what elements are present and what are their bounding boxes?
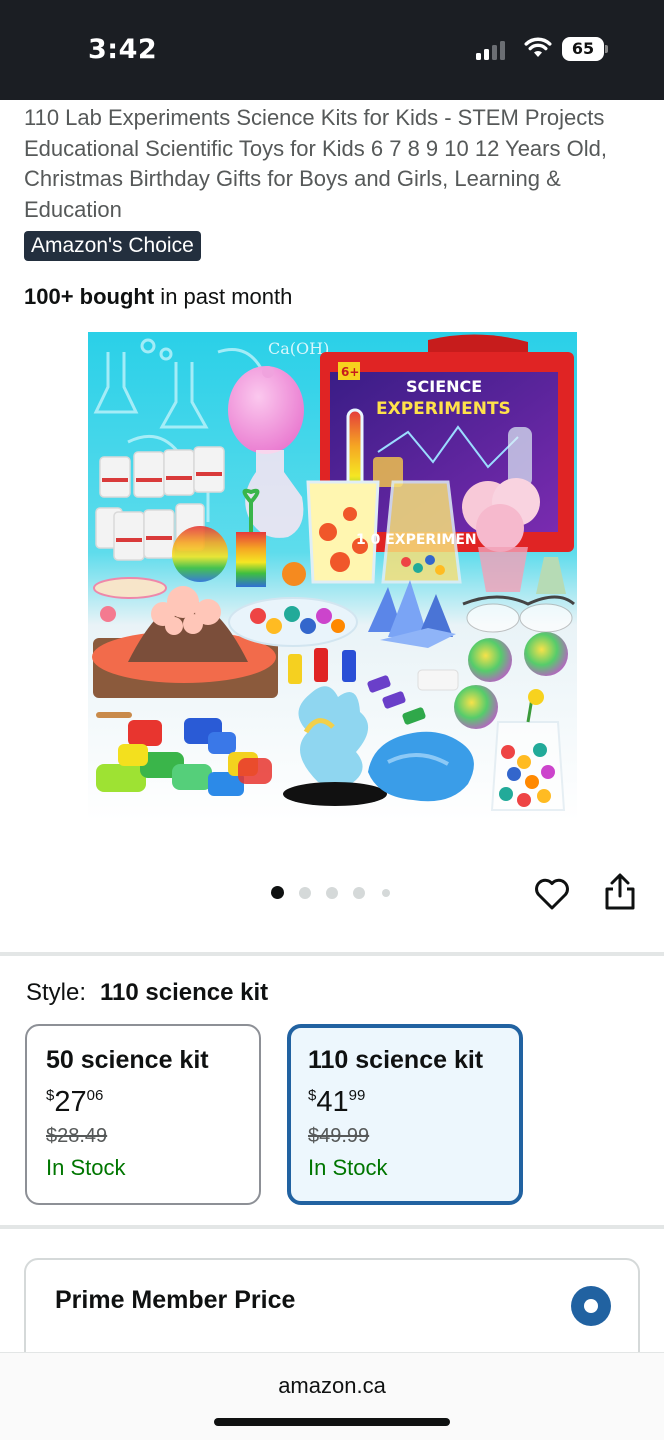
amazons-choice-badge[interactable]: Amazon's Choice <box>24 231 201 261</box>
formula-text: Ca(OH) <box>268 339 329 358</box>
carousel-dot-1[interactable] <box>271 886 284 899</box>
battery-icon: 65 <box>562 37 608 61</box>
option-name: 50 science kit <box>46 1046 209 1074</box>
cellular-signal-icon <box>476 40 510 60</box>
option-price: $4199 <box>308 1086 366 1118</box>
battery-level: 65 <box>562 37 604 61</box>
bought-count: 100+ bought in past month <box>24 284 292 310</box>
carousel-dot-3[interactable] <box>326 887 338 899</box>
prime-member-price-title: Prime Member Price <box>55 1286 296 1314</box>
style-selected-value: 110 science kit <box>100 979 269 1006</box>
section-divider <box>0 1225 664 1229</box>
bought-count-bold: 100+ bought <box>24 284 155 309</box>
home-indicator[interactable] <box>214 1418 450 1426</box>
option-availability: In Stock <box>308 1155 388 1180</box>
product-image[interactable]: Ca(OH) 6+ SCIENCE EXPERIMENTS 1 0 EXPERI… <box>88 332 577 821</box>
wifi-icon <box>524 36 552 60</box>
section-divider <box>0 952 664 956</box>
status-bar: 3:42 65 <box>0 0 664 100</box>
option-availability: In Stock <box>46 1155 126 1180</box>
style-label: Style: <box>26 979 87 1006</box>
heart-icon[interactable] <box>532 874 572 914</box>
carousel-dot-5[interactable] <box>382 889 390 897</box>
prime-price-radio[interactable] <box>571 1286 611 1326</box>
carousel-dot-2[interactable] <box>299 887 311 899</box>
share-icon[interactable] <box>602 872 638 912</box>
jar-text: 1 0 EXPERIMEN <box>356 532 477 548</box>
option-name: 110 science kit <box>308 1046 484 1074</box>
age-label: 6+ <box>341 365 359 379</box>
status-time: 3:42 <box>88 34 158 65</box>
browser-bottom-bar: amazon.ca <box>0 1352 664 1440</box>
browser-url[interactable]: amazon.ca <box>0 1373 664 1399</box>
option-list-price: $49.99 <box>308 1125 370 1147</box>
option-price: $2706 <box>46 1086 104 1118</box>
option-list-price: $28.49 <box>46 1125 108 1147</box>
style-option-110-kit[interactable]: 110 science kit $4199 $49.99 In Stock <box>287 1024 523 1205</box>
box-title-2: EXPERIMENTS <box>376 399 511 419</box>
product-title: 110 Lab Experiments Science Kits for Kid… <box>24 105 607 222</box>
box-title-1: SCIENCE <box>406 377 482 396</box>
bought-count-rest: in past month <box>154 284 293 309</box>
style-row: Style: 110 science kit <box>26 979 268 1007</box>
carousel-dot-4[interactable] <box>353 887 365 899</box>
style-option-50-kit[interactable]: 50 science kit $2706 $28.49 In Stock <box>25 1024 261 1205</box>
